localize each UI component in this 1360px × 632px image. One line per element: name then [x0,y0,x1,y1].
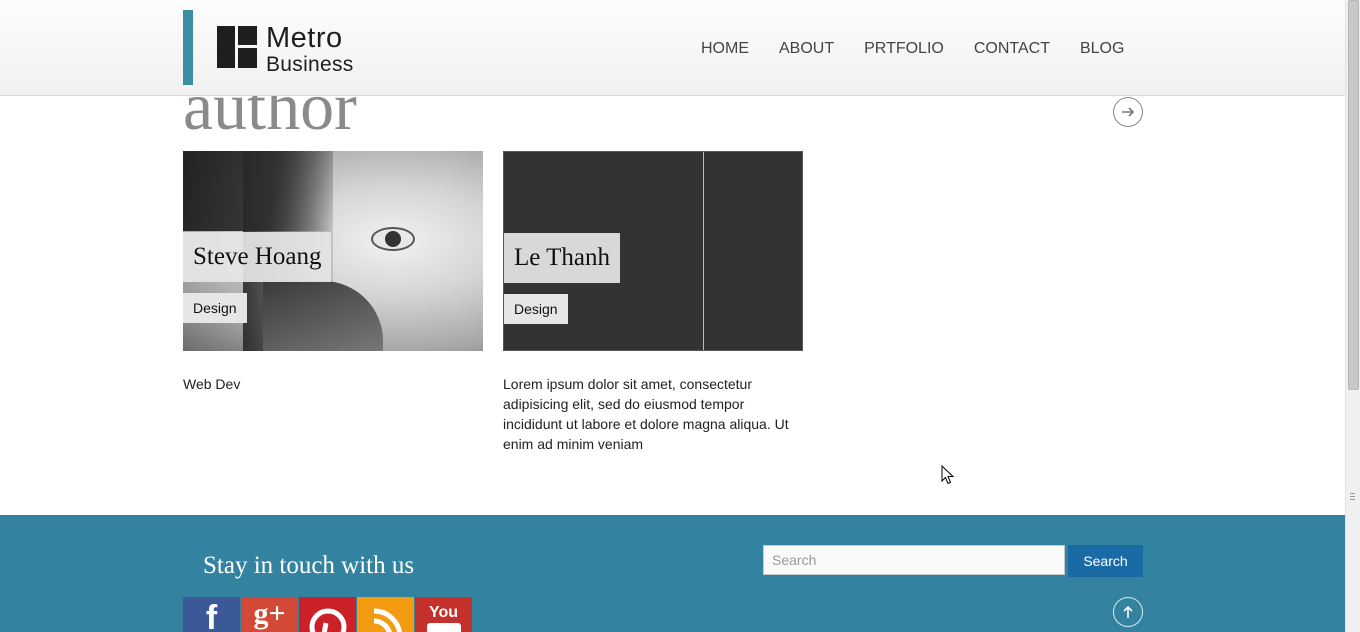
logo-text[interactable]: Metro Business [266,22,354,76]
search-input[interactable] [763,545,1065,575]
author-tag[interactable]: Design [504,294,568,324]
main-nav: HOME ABOUT PRTFOLIO CONTACT BLOG [701,40,1154,58]
nav-blog[interactable]: BLOG [1080,40,1124,58]
nav-home[interactable]: HOME [701,40,749,58]
scrollbar-thumb[interactable] [1348,0,1359,390]
photo-shoulder [263,281,383,351]
mouse-cursor-icon [941,465,955,485]
author-name[interactable]: Steve Hoang [183,232,332,282]
pinterest-icon[interactable] [299,597,356,632]
next-arrow-button[interactable] [1113,97,1143,127]
footer-title: Stay in touch with us [203,552,415,579]
facebook-icon[interactable]: f [183,597,240,632]
author-description: Lorem ipsum dolor sit amet, consectetur … [503,376,789,452]
author-card[interactable]: Steve Hoang Design [183,151,483,351]
arrow-up-circle-icon [1123,605,1133,618]
logo-accent-bar [183,10,193,85]
nav-about[interactable]: ABOUT [779,40,834,58]
nav-contact[interactable]: CONTACT [974,40,1050,58]
nav-portfolio[interactable]: PRTFOLIO [864,40,944,58]
youtube-icon[interactable]: You [415,597,472,632]
site-header: Metro Business HOME ABOUT PRTFOLIO CONTA… [0,0,1345,96]
search-button[interactable]: Search [1068,545,1143,577]
logo-line2: Business [266,53,354,76]
author-card[interactable]: Le Thanh Design [503,151,803,351]
logo-icon[interactable] [217,26,257,68]
google-plus-glyph: g+ [253,597,286,630]
rss-icon[interactable] [357,597,414,632]
page: author Steve Hoang Design Web Dev Le Tha… [0,0,1345,632]
youtube-glyph: You [428,604,459,621]
pinterest-glyph [309,608,346,632]
author-name[interactable]: Le Thanh [504,233,621,283]
photo-eye [371,227,415,251]
youtube-tube-shape [426,623,461,632]
author-description: Web Dev [183,376,241,392]
arrow-right-circle-icon [1122,107,1135,117]
back-to-top-button[interactable] [1113,597,1143,627]
card-divider [703,152,704,350]
site-footer: Stay in touch with us Search f g+ You [0,515,1345,632]
author-tag[interactable]: Design [183,293,247,323]
scrollbar-grip-icon [1350,493,1355,500]
page-scrollbar[interactable] [1345,0,1360,632]
google-plus-icon[interactable]: g+ [241,597,298,632]
logo-line1: Metro [266,22,343,54]
rss-glyph [373,608,402,632]
facebook-glyph: f [205,599,218,632]
